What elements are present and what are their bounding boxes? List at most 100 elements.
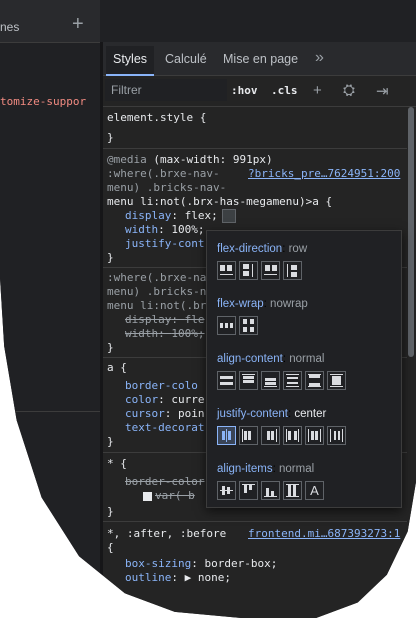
prop-name[interactable]: border-colo	[125, 379, 198, 392]
rule5-open: {	[107, 541, 114, 554]
align-content-start-icon[interactable]	[239, 371, 258, 390]
tab-layout[interactable]: Mise en page	[223, 52, 298, 66]
flex-wrap-buttons	[217, 316, 258, 335]
prop-name[interactable]: display	[125, 209, 171, 222]
flexbox-editor-popup: flex-direction: row flex-wrap: nowrap al…	[206, 230, 402, 508]
left-code-line: tomize-suppor	[0, 95, 87, 108]
more-tabs-icon[interactable]: »	[315, 49, 324, 67]
flexbox-editor-icon[interactable]	[221, 209, 236, 223]
color-swatch[interactable]	[143, 491, 152, 501]
rule1-prop-display[interactable]: display: flex;	[125, 209, 236, 223]
justify-content-center-icon[interactable]	[217, 426, 236, 445]
rule-separator	[103, 521, 407, 522]
prop-value[interactable]: curre	[171, 393, 204, 406]
flex-wrap-nowrap-icon[interactable]	[217, 316, 236, 335]
rule3-prop-cursor[interactable]: cursor: poin	[125, 407, 205, 420]
prop-value[interactable]: flex;	[185, 209, 218, 222]
group-value: row	[288, 243, 308, 255]
justify-content-space-around-icon[interactable]	[305, 426, 324, 445]
rule-close: }	[107, 251, 114, 264]
align-content-buttons	[217, 371, 346, 390]
group-value: center	[294, 408, 327, 420]
flex-direction-row-reverse-icon[interactable]	[261, 261, 280, 280]
prop-name[interactable]: width	[125, 223, 158, 236]
rule-separator	[103, 148, 407, 149]
rule3-prop-border-color[interactable]: border-colo	[125, 379, 198, 392]
flex-direction-label: flex-direction: row	[217, 243, 308, 255]
scrollbar[interactable]	[408, 107, 414, 357]
rule-close: }	[107, 341, 114, 354]
rule1-source-link[interactable]: ?bricks_pre…7624951:200	[248, 167, 400, 180]
prop-value[interactable]: ▶ none;	[185, 571, 231, 584]
align-items-baseline-icon[interactable]: A	[305, 481, 324, 500]
rule1-prop-justify[interactable]: justify-cont	[125, 237, 204, 250]
new-rule-icon[interactable]: +	[313, 82, 322, 99]
left-tab-label[interactable]: nes	[0, 20, 19, 34]
prop-value[interactable]: border-box;	[204, 557, 277, 570]
rule2-selector-1: :where(.brxe-na	[107, 271, 207, 284]
align-items-stretch-icon[interactable]	[283, 481, 302, 500]
justify-content-buttons	[217, 426, 346, 445]
justify-content-start-icon[interactable]	[239, 426, 258, 445]
add-tab-icon[interactable]: +	[72, 14, 84, 34]
left-divider	[0, 411, 100, 412]
flex-wrap-label: flex-wrap: nowrap	[217, 298, 308, 310]
flex-direction-column-icon[interactable]	[239, 261, 258, 280]
align-items-center-icon[interactable]	[217, 481, 236, 500]
flex-wrap-wrap-icon[interactable]	[239, 316, 258, 335]
align-content-space-between-icon[interactable]	[305, 371, 324, 390]
left-tabbar: nes +	[0, 0, 100, 43]
prop-name[interactable]: outline	[125, 571, 171, 584]
prop-name[interactable]: border-color	[125, 475, 204, 488]
prop-value[interactable]: poin	[178, 407, 205, 420]
align-content-end-icon[interactable]	[261, 371, 280, 390]
element-style-selector: element.style {	[107, 111, 207, 124]
prop-name[interactable]: justify-cont	[125, 237, 204, 250]
prop-name[interactable]: width	[125, 327, 158, 340]
prop-name[interactable]: cursor	[125, 407, 165, 420]
cls-toggle[interactable]: .cls	[271, 84, 298, 97]
devtools-window: nes + tomize-suppor Styles Calculé Mise …	[0, 0, 416, 618]
rule3-selector: a {	[107, 361, 127, 374]
toggle-sidebar-icon[interactable]: ⇥	[376, 82, 389, 100]
rule5-prop-outline[interactable]: outline: ▶ none;	[125, 571, 231, 584]
tab-computed[interactable]: Calculé	[165, 52, 207, 66]
group-name: align-content	[217, 353, 283, 365]
prop-value[interactable]: var( b	[155, 489, 195, 502]
align-content-center-icon[interactable]	[217, 371, 236, 390]
tab-styles[interactable]: Styles	[106, 46, 155, 76]
justify-content-end-icon[interactable]	[261, 426, 280, 445]
rule2-prop-width[interactable]: width: 100%;	[125, 327, 205, 340]
prop-value[interactable]: fle	[185, 313, 205, 326]
rule3-prop-color[interactable]: color: curre	[125, 393, 205, 406]
rule2-prop-display[interactable]: display: fle	[125, 313, 204, 326]
hov-toggle[interactable]: :hov	[231, 84, 258, 97]
media-at: @media	[107, 153, 147, 166]
rule5-prop-box-sizing[interactable]: box-sizing: border-box;	[125, 557, 277, 570]
rule5-selector: *, :after, :before	[107, 527, 227, 540]
rule5-source-link[interactable]: frontend.mi…687393273:1	[248, 527, 400, 540]
group-value: nowrap	[270, 298, 308, 310]
flex-direction-column-reverse-icon[interactable]	[283, 261, 302, 280]
justify-content-space-evenly-icon[interactable]	[327, 426, 346, 445]
align-content-space-around-icon[interactable]	[283, 371, 302, 390]
prop-name[interactable]: color	[125, 393, 158, 406]
paint-icon[interactable]: ⛭	[343, 82, 355, 99]
prop-value[interactable]: 100%;	[171, 223, 204, 236]
filter-input[interactable]	[105, 79, 227, 101]
justify-content-space-between-icon[interactable]	[283, 426, 302, 445]
prop-value[interactable]: 100%;	[171, 327, 204, 340]
prop-name[interactable]: text-decorat	[125, 421, 204, 434]
rule2-selector-2: menu) .bricks-n	[107, 285, 207, 298]
align-items-start-icon[interactable]	[239, 481, 258, 500]
prop-name[interactable]: display	[125, 313, 171, 326]
align-content-stretch-icon[interactable]	[327, 371, 346, 390]
flex-direction-row-icon[interactable]	[217, 261, 236, 280]
rule3-prop-text-decoration[interactable]: text-decorat	[125, 421, 204, 434]
rule-close: }	[107, 435, 114, 448]
rule4-prop-var[interactable]: var( b	[143, 489, 195, 502]
prop-name[interactable]: box-sizing	[125, 557, 191, 570]
rule4-prop-border-color[interactable]: border-color	[125, 475, 204, 488]
align-items-end-icon[interactable]	[261, 481, 280, 500]
rule1-prop-width[interactable]: width: 100%;	[125, 223, 205, 236]
